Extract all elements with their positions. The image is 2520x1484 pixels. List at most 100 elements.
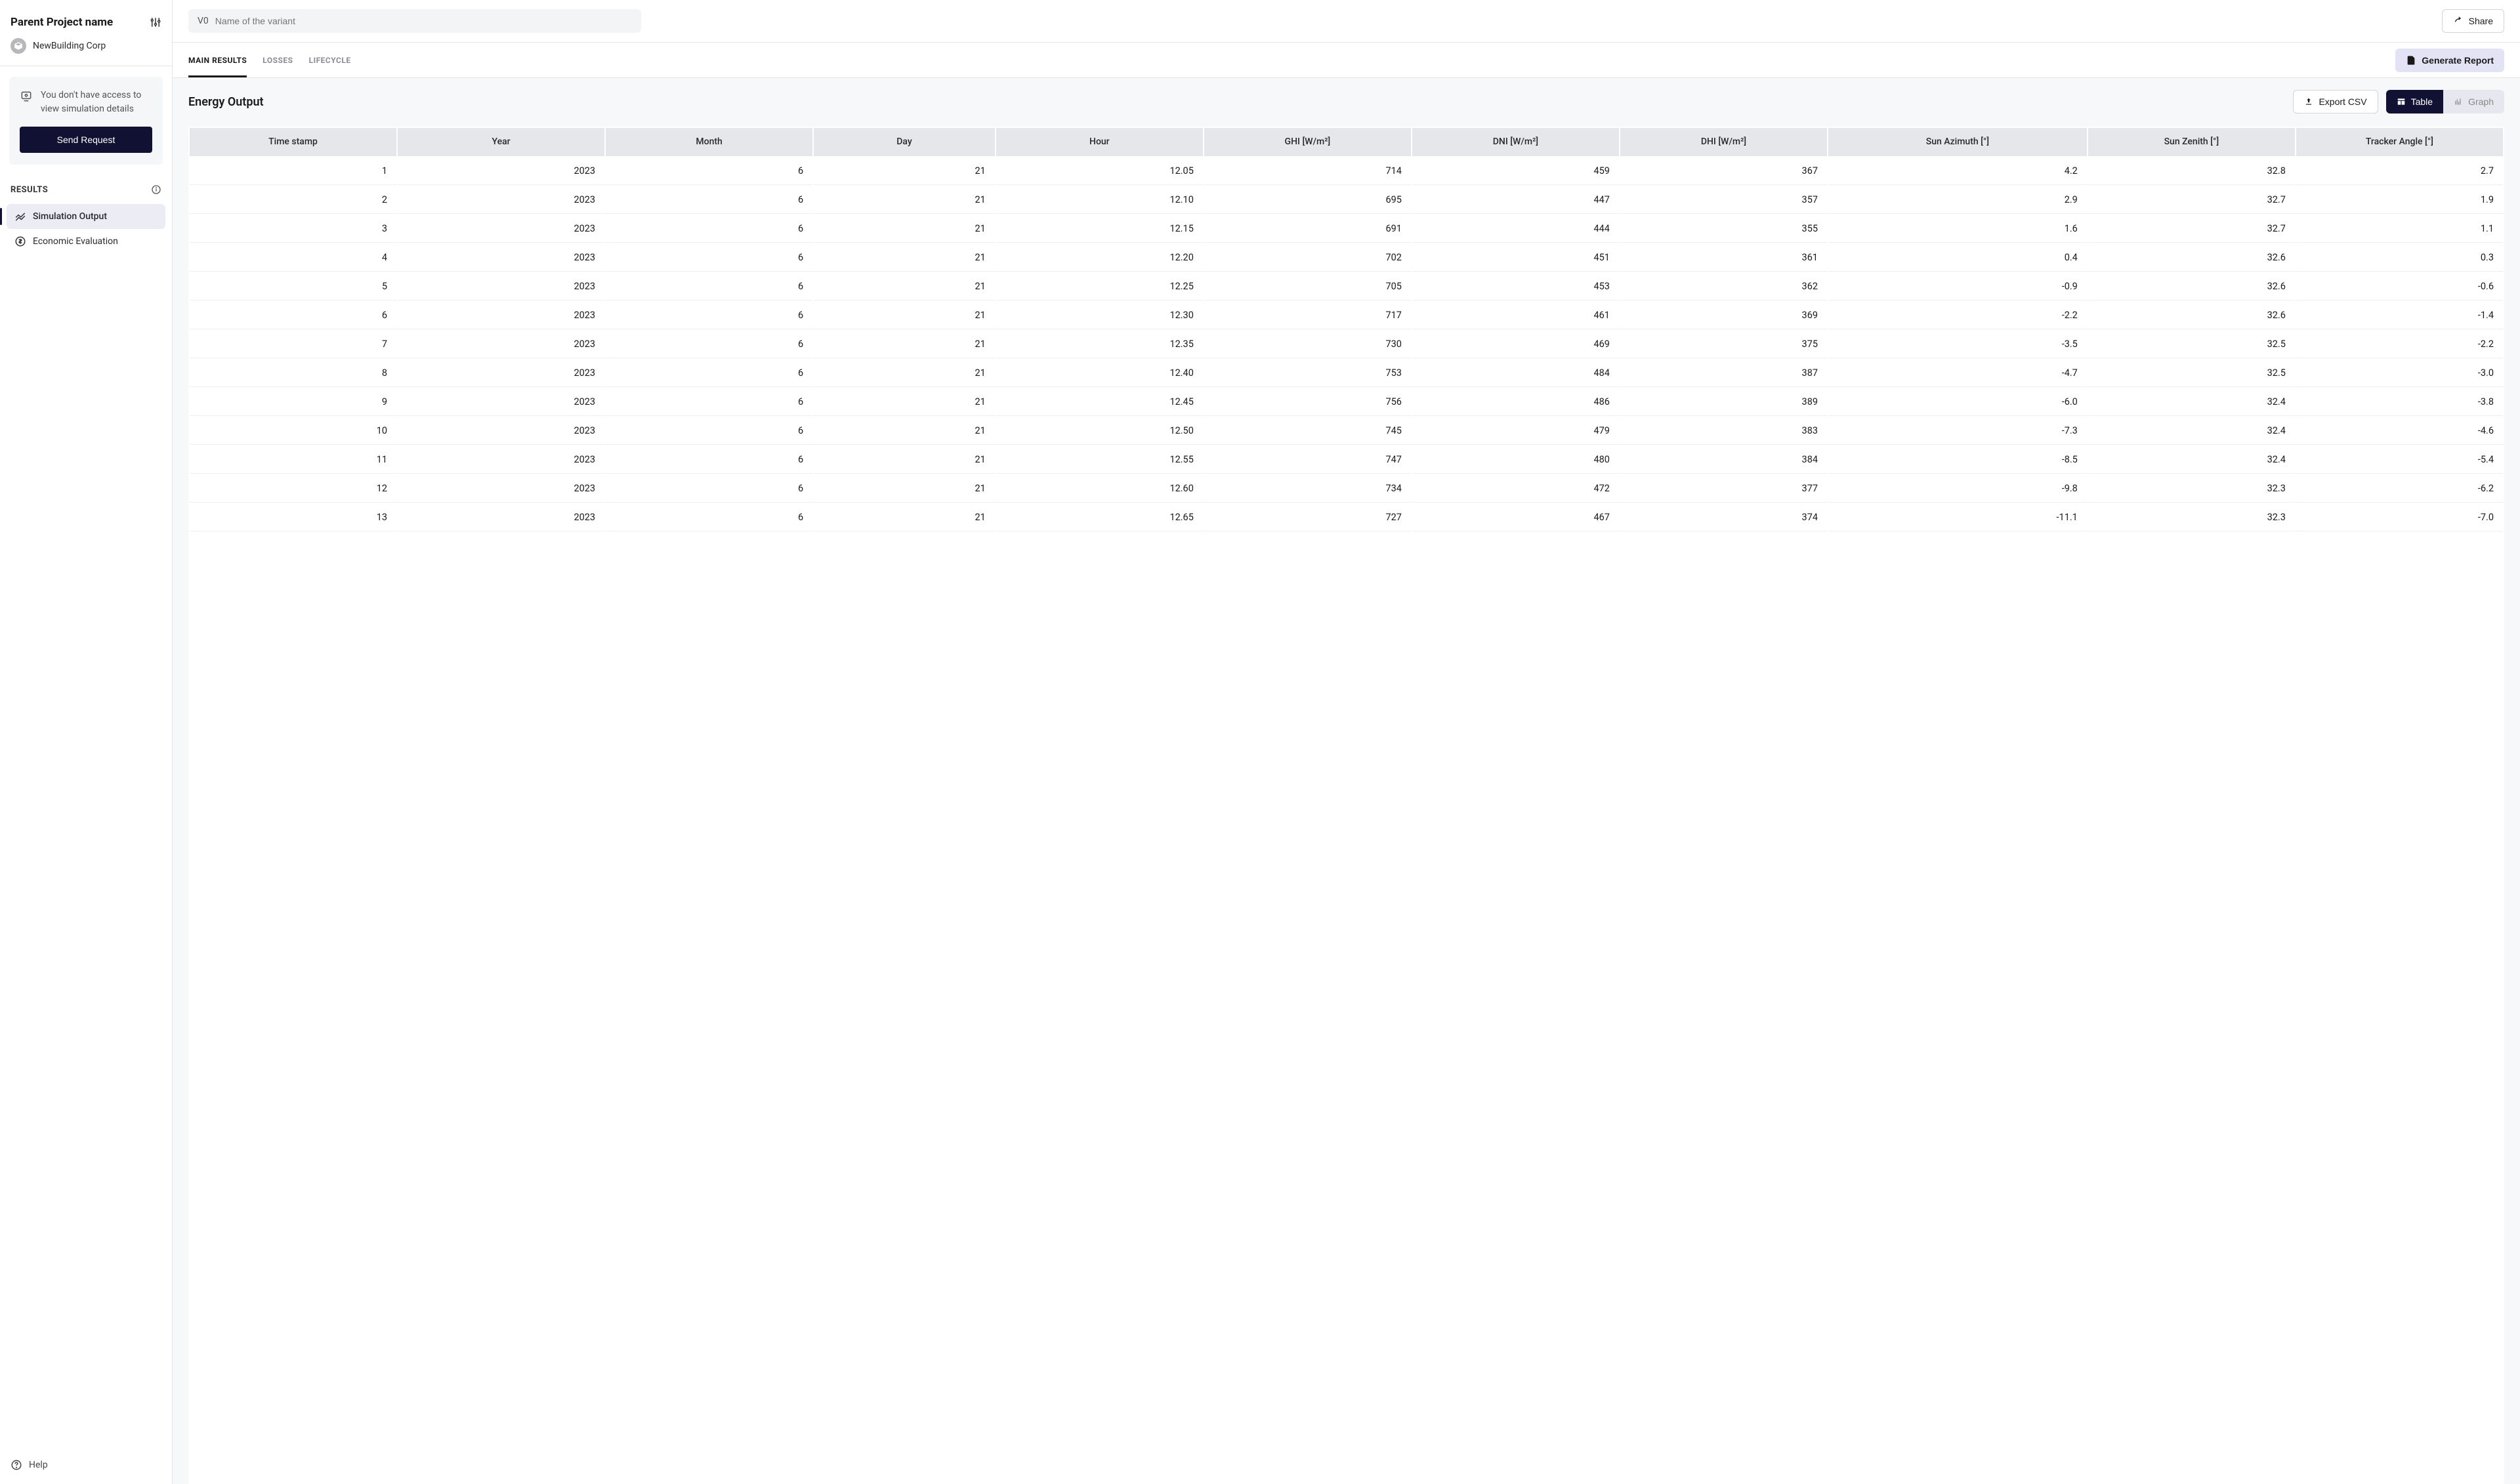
table-cell: 32.4 — [2088, 388, 2295, 416]
table-cell: 486 — [1412, 388, 1619, 416]
table-row: 4202362112.207024513610.432.60.3 — [190, 244, 2503, 272]
table-cell: 355 — [1620, 215, 1827, 243]
table-cell: 2023 — [398, 504, 604, 531]
table-cell: 2 — [190, 186, 396, 214]
tab-main-results[interactable]: MAIN RESULTS — [188, 43, 247, 77]
sidebar-item-label: Simulation Output — [33, 211, 107, 222]
table-cell: 745 — [1204, 417, 1411, 445]
help-icon — [10, 1459, 22, 1471]
table-cell: 12.45 — [996, 388, 1203, 416]
table-cell: 21 — [814, 215, 995, 243]
table-cell: 702 — [1204, 244, 1411, 272]
table-cell: 2023 — [398, 446, 604, 474]
table-cell: 21 — [814, 417, 995, 445]
table-cell: -8.5 — [1828, 446, 2087, 474]
table-cell: -6.2 — [2296, 475, 2503, 503]
graph-icon — [2454, 97, 2463, 106]
table-cell: 4.2 — [1828, 157, 2087, 185]
sidebar-item-economic-evaluation[interactable]: Economic Evaluation — [7, 229, 165, 254]
tab-losses[interactable]: LOSSES — [262, 43, 293, 77]
table-cell: 384 — [1620, 446, 1827, 474]
sidebar-item-simulation-output[interactable]: Simulation Output — [7, 204, 165, 229]
table-cell: 6 — [606, 446, 812, 474]
send-request-button[interactable]: Send Request — [20, 127, 152, 153]
help-link[interactable]: Help — [0, 1449, 172, 1484]
table-cell: 32.5 — [2088, 360, 2295, 387]
table-cell: 9 — [190, 388, 396, 416]
variant-name-input[interactable] — [215, 16, 632, 26]
table-cell: 6 — [606, 388, 812, 416]
table-cell: 714 — [1204, 157, 1411, 185]
table-cell: 705 — [1204, 273, 1411, 300]
table-cell: 8 — [190, 360, 396, 387]
table-cell: 3 — [190, 215, 396, 243]
table-row: 10202362112.50745479383-7.332.4-4.6 — [190, 417, 2503, 445]
table-cell: 4 — [190, 244, 396, 272]
table-row: 11202362112.55747480384-8.532.4-5.4 — [190, 446, 2503, 474]
table-cell: 2023 — [398, 331, 604, 358]
table-cell: 459 — [1412, 157, 1619, 185]
table-row: 7202362112.35730469375-3.532.5-2.2 — [190, 331, 2503, 358]
info-icon[interactable] — [151, 184, 161, 195]
table-row: 8202362112.40753484387-4.732.5-3.0 — [190, 360, 2503, 387]
table-body: 1202362112.057144593674.232.82.722023621… — [190, 157, 2503, 531]
table-cell: 383 — [1620, 417, 1827, 445]
table-cell: 447 — [1412, 186, 1619, 214]
table-header-cell: DNI [W/m²] — [1412, 128, 1619, 156]
view-toggle: Table Graph — [2386, 90, 2504, 113]
table-header-row: Time stampYearMonthDayHourGHI [W/m²]DNI … — [190, 128, 2503, 156]
table-cell: 0.4 — [1828, 244, 2087, 272]
table-cell: 21 — [814, 504, 995, 531]
table-cell: -1.4 — [2296, 302, 2503, 329]
export-csv-button[interactable]: Export CSV — [2293, 90, 2378, 113]
table-cell: 369 — [1620, 302, 1827, 329]
table-cell: 389 — [1620, 388, 1827, 416]
generate-report-button[interactable]: Generate Report — [2395, 49, 2504, 72]
table-cell: 730 — [1204, 331, 1411, 358]
table-cell: 21 — [814, 157, 995, 185]
table-row: 5202362112.25705453362-0.932.6-0.6 — [190, 273, 2503, 300]
table-cell: 32.6 — [2088, 273, 2295, 300]
table-cell: 357 — [1620, 186, 1827, 214]
table-cell: 32.3 — [2088, 504, 2295, 531]
table-header-cell: Year — [398, 128, 604, 156]
toggle-graph-button[interactable]: Graph — [2443, 90, 2504, 113]
sidebar: Parent Project name NewBuilding Corp You… — [0, 0, 173, 1484]
table-cell: 21 — [814, 446, 995, 474]
share-button[interactable]: Share — [2442, 9, 2504, 33]
table-cell: 6 — [606, 360, 812, 387]
variant-input-wrap[interactable]: V0 — [188, 9, 641, 33]
chart-line-icon — [14, 211, 26, 222]
toggle-table-button[interactable]: Table — [2386, 90, 2443, 113]
export-label: Export CSV — [2319, 96, 2366, 107]
sliders-icon[interactable] — [150, 16, 161, 28]
access-text-row: You don't have access to view simulation… — [20, 89, 152, 116]
table-cell: 753 — [1204, 360, 1411, 387]
results-section-header: RESULTS — [0, 175, 172, 201]
table-cell: 2023 — [398, 388, 604, 416]
table-cell: 6 — [606, 215, 812, 243]
org-name: NewBuilding Corp — [33, 41, 106, 51]
table-cell: 451 — [1412, 244, 1619, 272]
table-cell: 12.50 — [996, 417, 1203, 445]
table-cell: -11.1 — [1828, 504, 2087, 531]
table-icon — [2397, 97, 2406, 106]
table-cell: 21 — [814, 360, 995, 387]
table-cell: 362 — [1620, 273, 1827, 300]
table-wrap[interactable]: Time stampYearMonthDayHourGHI [W/m²]DNI … — [188, 127, 2504, 1484]
table-cell: 1.9 — [2296, 186, 2503, 214]
content-controls: Export CSV Table — [2293, 90, 2504, 113]
org-row[interactable]: NewBuilding Corp — [0, 38, 172, 66]
tab-lifecycle[interactable]: LIFECYCLE — [309, 43, 351, 77]
table-cell: 2023 — [398, 157, 604, 185]
subbar: MAIN RESULTS LOSSES LIFECYCLE Generate R… — [173, 42, 2520, 77]
table-cell: 32.8 — [2088, 157, 2295, 185]
table-cell: 12 — [190, 475, 396, 503]
table-cell: 472 — [1412, 475, 1619, 503]
table-cell: 32.4 — [2088, 417, 2295, 445]
table-cell: 374 — [1620, 504, 1827, 531]
table-cell: 375 — [1620, 331, 1827, 358]
variant-prefix: V0 — [198, 16, 209, 26]
table-cell: 12.20 — [996, 244, 1203, 272]
table-row: 2202362112.106954473572.932.71.9 — [190, 186, 2503, 214]
